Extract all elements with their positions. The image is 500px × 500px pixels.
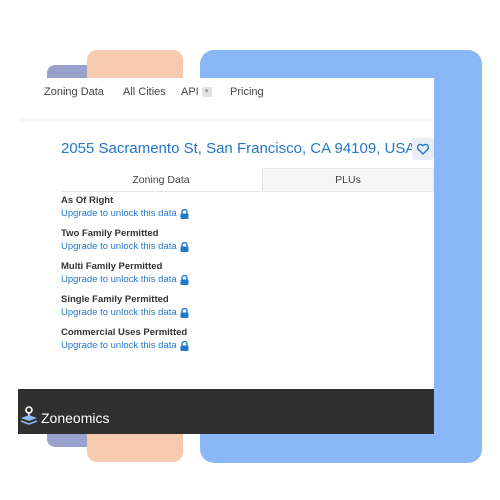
top-navigation: Zoning Data All Cities API ▾ Pricing	[18, 78, 434, 118]
lock-icon	[180, 307, 189, 318]
upgrade-link-text: Upgrade to unlock this data	[61, 340, 177, 351]
tab-plus[interactable]: PLUs	[262, 168, 434, 192]
upgrade-link[interactable]: Upgrade to unlock this data	[61, 240, 261, 253]
nav-api[interactable]: API ▾	[181, 86, 212, 98]
list-item: Multi Family Permitted Upgrade to unlock…	[61, 261, 261, 294]
zoning-data-list: As Of Right Upgrade to unlock this data …	[61, 195, 261, 360]
item-title: Commercial Uses Permitted	[61, 327, 188, 338]
brand-name: Zoneomics	[41, 410, 110, 426]
item-title: Two Family Permitted	[61, 228, 159, 239]
item-title: Single Family Permitted	[61, 294, 169, 305]
main-content: 2055 Sacramento St, San Francisco, CA 94…	[18, 118, 434, 389]
upgrade-link-text: Upgrade to unlock this data	[61, 307, 177, 318]
nav-all-cities[interactable]: All Cities	[123, 86, 166, 98]
list-item: Two Family Permitted Upgrade to unlock t…	[61, 228, 261, 261]
heart-icon	[416, 143, 430, 155]
chevron-down-icon[interactable]: ▾	[201, 87, 212, 98]
app-window: Zoning Data All Cities API ▾ Pricing 2055…	[18, 78, 434, 434]
list-item: Commercial Uses Permitted Upgrade to unl…	[61, 327, 261, 360]
lock-icon	[180, 241, 189, 252]
property-panel: 2055 Sacramento St, San Francisco, CA 94…	[18, 122, 434, 389]
item-title: Multi Family Permitted	[61, 261, 163, 272]
list-item: Single Family Permitted Upgrade to unloc…	[61, 294, 261, 327]
nav-pricing[interactable]: Pricing	[230, 86, 264, 98]
layers-pin-logo-icon	[20, 406, 38, 425]
upgrade-link-text: Upgrade to unlock this data	[61, 208, 177, 219]
lock-icon	[180, 340, 189, 351]
lock-icon	[180, 208, 189, 219]
footer: Zoneomics	[18, 389, 434, 434]
upgrade-link-text: Upgrade to unlock this data	[61, 241, 177, 252]
nav-api-label: API	[181, 86, 199, 98]
lock-icon	[180, 274, 189, 285]
property-address: 2055 Sacramento St, San Francisco, CA 94…	[61, 140, 416, 157]
favorite-button[interactable]	[412, 138, 434, 160]
list-item: As Of Right Upgrade to unlock this data	[61, 195, 261, 228]
upgrade-link-text: Upgrade to unlock this data	[61, 274, 177, 285]
upgrade-link[interactable]: Upgrade to unlock this data	[61, 306, 261, 319]
tab-bar: Zoning Data PLUs	[61, 168, 434, 192]
upgrade-link[interactable]: Upgrade to unlock this data	[61, 273, 261, 286]
tab-zoning-data[interactable]: Zoning Data	[61, 168, 261, 192]
upgrade-link[interactable]: Upgrade to unlock this data	[61, 207, 261, 220]
item-title: As Of Right	[61, 195, 114, 206]
upgrade-link[interactable]: Upgrade to unlock this data	[61, 339, 261, 352]
nav-zoning-data[interactable]: Zoning Data	[44, 86, 104, 98]
